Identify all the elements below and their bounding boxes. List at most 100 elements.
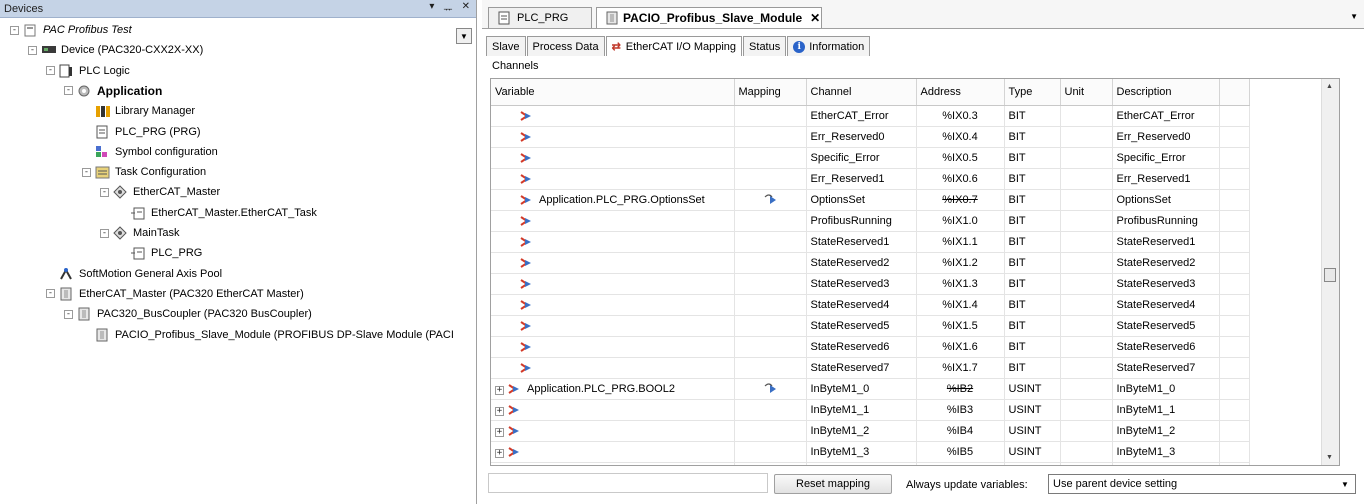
table-row[interactable]: + InByteM1_3 %IB5 USINT InByteM1_3 xyxy=(491,441,1250,463)
tree-item[interactable]: EtherCAT_Master.EtherCAT_Task xyxy=(118,203,317,223)
always-update-label: Always update variables: xyxy=(906,479,1028,491)
tree-item[interactable]: - Device (PAC320-CXX2X-XX) xyxy=(28,40,203,60)
cell-variable[interactable] xyxy=(491,231,735,253)
collapse-toggle-icon[interactable]: - xyxy=(100,187,109,197)
table-row[interactable]: StateReserved6 %IX1.6 BIT StateReserved6 xyxy=(491,336,1250,358)
cell-variable[interactable] xyxy=(491,336,735,358)
tree-item[interactable]: Library Manager xyxy=(82,101,195,121)
collapse-toggle-icon[interactable]: - xyxy=(100,228,109,238)
table-row[interactable]: Application.PLC_PRG.OptionsSet OptionsSet… xyxy=(491,189,1250,211)
tree-item[interactable]: - Application xyxy=(64,81,162,101)
cell-type: BIT xyxy=(1004,315,1061,337)
table-row[interactable]: + Application.PLC_PRG.BOOL2 InByteM1_0 %IB2… xyxy=(491,378,1250,400)
tree-item[interactable]: - Task Configuration xyxy=(82,162,206,182)
table-row[interactable]: Err_Reserved0 %IX0.4 BIT Err_Reserved0 xyxy=(491,126,1250,148)
cell-variable[interactable] xyxy=(491,210,735,232)
expand-row-icon[interactable]: + xyxy=(495,427,504,437)
tree-item[interactable]: - PAC320_BusCoupler (PAC320 BusCoupler) xyxy=(64,304,312,324)
tree-item[interactable]: - EtherCAT_Master (PAC320 EtherCAT Master… xyxy=(46,284,304,304)
cell-variable[interactable]: + xyxy=(491,399,735,421)
column-header-description[interactable]: Description xyxy=(1112,79,1220,106)
close-icon[interactable]: ✕ xyxy=(462,1,470,16)
pin-icon[interactable]: ᅲ xyxy=(443,1,452,16)
tab-slave[interactable]: Slave xyxy=(486,36,526,56)
cell-variable[interactable] xyxy=(491,126,735,148)
close-tab-icon[interactable]: ✕ xyxy=(810,11,820,25)
cell-spacer xyxy=(1219,462,1250,465)
tree-item[interactable]: SoftMotion General Axis Pool xyxy=(46,264,222,284)
cell-variable[interactable] xyxy=(491,147,735,169)
cell-variable[interactable] xyxy=(491,273,735,295)
tab-process-data[interactable]: Process Data xyxy=(526,36,605,56)
cell-type: BIT xyxy=(1004,336,1061,358)
scroll-up-icon[interactable]: ▲ xyxy=(1326,83,1333,90)
collapse-toggle-icon[interactable]: - xyxy=(64,86,73,96)
collapse-toggle-icon[interactable]: - xyxy=(28,45,37,55)
cell-variable[interactable]: + xyxy=(491,462,735,465)
table-row[interactable]: ProfibusRunning %IX1.0 BIT ProfibusRunning xyxy=(491,210,1250,232)
collapse-toggle-icon[interactable]: - xyxy=(10,25,19,35)
tree-item[interactable]: - EtherCAT_Master xyxy=(100,182,220,202)
tree-item[interactable]: - MainTask xyxy=(100,223,179,243)
cell-description: InByteM1_2 xyxy=(1112,420,1220,442)
plc-logic-icon xyxy=(59,64,75,78)
cell-variable[interactable] xyxy=(491,252,735,274)
table-row[interactable]: StateReserved5 %IX1.5 BIT StateReserved5 xyxy=(491,315,1250,337)
tab-status[interactable]: Status xyxy=(743,36,787,56)
table-row[interactable]: EtherCAT_Error %IX0.3 BIT EtherCAT_Error xyxy=(491,105,1250,127)
always-update-select[interactable]: Use parent device setting ▼ xyxy=(1048,474,1356,494)
cell-variable[interactable] xyxy=(491,105,735,127)
cell-variable[interactable]: + xyxy=(491,420,735,442)
collapse-toggle-icon[interactable]: - xyxy=(46,289,55,299)
cell-variable[interactable] xyxy=(491,315,735,337)
tree-item[interactable]: PLC_PRG (PRG) xyxy=(82,122,201,142)
editor-area: PLC_PRG PACIO_Profibus_Slave_Module ✕ ▼ … xyxy=(482,0,1364,504)
table-row[interactable]: Err_Reserved1 %IX0.6 BIT Err_Reserved1 xyxy=(491,168,1250,190)
table-row[interactable]: + InByteM1_1 %IB3 USINT InByteM1_1 xyxy=(491,399,1250,421)
table-row[interactable]: + InByteM1_2 %IB4 USINT InByteM1_2 xyxy=(491,420,1250,442)
column-header-variable[interactable]: Variable xyxy=(491,79,735,106)
table-row[interactable]: StateReserved3 %IX1.3 BIT StateReserved3 xyxy=(491,273,1250,295)
table-row[interactable]: +InByteM1_4%IB6USINTInByteM1_4 xyxy=(491,462,1250,465)
tree-item[interactable]: PLC_PRG xyxy=(118,243,202,263)
scroll-down-icon[interactable]: ▼ xyxy=(1326,454,1333,461)
column-header-channel[interactable]: Channel xyxy=(806,79,917,106)
tab-list-dropdown-icon[interactable]: ▼ xyxy=(1350,12,1358,21)
cell-variable[interactable] xyxy=(491,294,735,316)
tree-dropdown-button[interactable]: ▼ xyxy=(456,28,472,44)
doc-tab-plc-prg[interactable]: PLC_PRG xyxy=(488,7,592,28)
table-row[interactable]: StateReserved7 %IX1.7 BIT StateReserved7 xyxy=(491,357,1250,379)
expand-row-icon[interactable]: + xyxy=(495,448,504,458)
collapse-toggle-icon[interactable]: - xyxy=(82,167,91,177)
scrollbar-thumb[interactable] xyxy=(1324,268,1336,282)
cell-variable[interactable] xyxy=(491,357,735,379)
collapse-toggle-icon[interactable]: - xyxy=(46,66,55,76)
chevron-down-icon: ▼ xyxy=(1341,479,1349,489)
cell-variable[interactable]: + Application.PLC_PRG.BOOL2 xyxy=(491,378,735,400)
expand-row-icon[interactable]: + xyxy=(495,406,504,416)
column-header-unit[interactable]: Unit xyxy=(1060,79,1113,106)
panel-menu-icon[interactable]: ▾ xyxy=(429,1,434,16)
doc-tab-pacio-module[interactable]: PACIO_Profibus_Slave_Module ✕ xyxy=(596,7,822,28)
cell-variable[interactable] xyxy=(491,168,735,190)
expand-row-icon[interactable]: + xyxy=(495,385,504,395)
tab-information[interactable]: i Information xyxy=(787,36,871,56)
table-row[interactable]: StateReserved4 %IX1.4 BIT StateReserved4 xyxy=(491,294,1250,316)
column-header-address[interactable]: Address xyxy=(916,79,1005,106)
tree-item[interactable]: - PLC Logic xyxy=(46,61,130,81)
table-row[interactable]: StateReserved2 %IX1.2 BIT StateReserved2 xyxy=(491,252,1250,274)
cell-variable[interactable]: Application.PLC_PRG.OptionsSet xyxy=(491,189,735,211)
tree-item[interactable]: Symbol configuration xyxy=(82,142,218,162)
reset-mapping-button[interactable]: Reset mapping xyxy=(774,474,892,494)
collapse-toggle-icon[interactable]: - xyxy=(64,309,73,319)
column-header-type[interactable]: Type xyxy=(1004,79,1061,106)
column-header-mapping[interactable]: Mapping xyxy=(734,79,807,106)
tree-item[interactable]: - PAC Profibus Test xyxy=(10,20,132,40)
table-row[interactable]: Specific_Error %IX0.5 BIT Specific_Error xyxy=(491,147,1250,169)
vertical-scrollbar[interactable]: ▲ ▼ xyxy=(1321,79,1339,465)
filter-textbox[interactable] xyxy=(488,473,768,493)
table-row[interactable]: StateReserved1 %IX1.1 BIT StateReserved1 xyxy=(491,231,1250,253)
tab-ethercat-io-mapping[interactable]: ⇄ EtherCAT I/O Mapping xyxy=(605,36,743,56)
tree-item[interactable]: PACIO_Profibus_Slave_Module (PROFIBUS DP… xyxy=(82,325,454,345)
cell-variable[interactable]: + xyxy=(491,441,735,463)
